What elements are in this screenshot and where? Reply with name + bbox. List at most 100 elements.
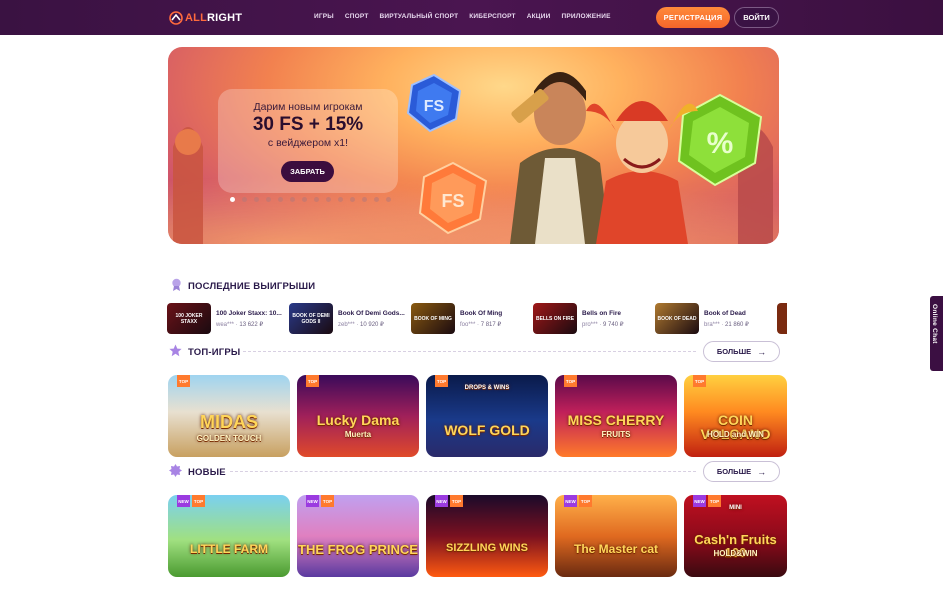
top-game-card[interactable]: TOP MIDAS GOLDEN TOUCH [168, 375, 290, 457]
winner-game-thumb: BOOK OF DEAD [655, 303, 699, 334]
logo[interactable]: ALLRIGHT [169, 10, 242, 26]
game-subtitle: HOLD&WIN [713, 549, 758, 558]
top-badge: TOP [192, 495, 205, 507]
top-game-card[interactable]: TOP COIN VOLCANO HOLD and WIN [684, 375, 787, 457]
game-subtitle: Muerta [344, 430, 372, 439]
register-button[interactable]: РЕГИСТРАЦИЯ [656, 7, 730, 28]
winner-user: foo*** [460, 321, 476, 328]
winner-amount: 21 860 ₽ [725, 321, 749, 328]
medal-icon [172, 278, 181, 291]
arrow-right-icon: → [757, 346, 767, 357]
winner-game-name: 100 Joker Staxx: 10... [216, 309, 282, 317]
login-button[interactable]: ВОЙТИ [734, 7, 779, 28]
slider-dots [230, 197, 391, 202]
slider-dot[interactable] [302, 197, 307, 202]
game-title: SIZZLING WINS [446, 542, 528, 554]
logo-mark-icon [169, 11, 183, 25]
game-title: MIDAS [200, 412, 258, 432]
nav-sport[interactable]: СПОРТ [345, 13, 369, 20]
new-game-card[interactable]: NEW TOP The Master cat [555, 495, 677, 577]
winner-game-name: Book Of Demi Gods... [338, 309, 405, 317]
new-badge: NEW [564, 495, 577, 507]
slider-dot[interactable] [350, 197, 355, 202]
top-game-card[interactable]: TOP DROPS & WINS WOLF GOLD [426, 375, 548, 457]
jester-character-icon [586, 101, 698, 244]
winner-game-thumb: BELLS ON FIRE [533, 303, 577, 334]
orange-fs-gem-icon: FS [418, 161, 488, 235]
top-game-card[interactable]: TOP MISS CHERRY FRUITS [555, 375, 677, 457]
new-badge: NEW [435, 495, 448, 507]
game-subtitle: FRUITS [601, 430, 631, 439]
winner-meta: bra*** · 21 860 ₽ [704, 321, 749, 328]
game-title: Lucky Dama [316, 412, 400, 428]
top-header: ALLRIGHT ИГРЫ СПОРТ ВИРТУАЛЬНЫЙ СПОРТ КИ… [0, 0, 943, 35]
nav-virtual-sport[interactable]: ВИРТУАЛЬНЫЙ СПОРТ [380, 13, 459, 20]
winner-item[interactable]: 100 JOKER STAXX 100 Joker Staxx: 10... wea… [167, 303, 282, 334]
slider-dot[interactable] [386, 197, 391, 202]
slider-dot[interactable] [290, 197, 295, 202]
winner-meta: zeb*** · 10 920 ₽ [338, 321, 384, 328]
orange-gem-label: FS [441, 191, 464, 211]
slider-dot[interactable] [242, 197, 247, 202]
slider-dot[interactable] [266, 197, 271, 202]
winner-user: bra*** [704, 321, 720, 328]
winner-item[interactable]: BOOK OF DEMI GODS II Book Of Demi Gods...… [289, 303, 405, 334]
new-game-card[interactable]: NEW TOP SIZZLING WINS [426, 495, 548, 577]
promo-banner[interactable]: Дарим новым игрокам 30 FS + 15% с вейдже… [168, 47, 779, 244]
slider-dot[interactable] [374, 197, 379, 202]
winner-item[interactable]: BOOK OF MING Book Of Ming foo*** · 7 817 ₽ [411, 303, 502, 334]
game-title: LITTLE FARM [190, 542, 268, 556]
online-chat-label: Online Chat [931, 304, 938, 344]
game-title: THE FROG PRINCE [298, 542, 418, 557]
game-subtitle: GOLDEN TOUCH [196, 434, 262, 443]
new-game-card[interactable]: NEW TOP MINI Cash'n Fruits 100 HOLD&WIN [684, 495, 787, 577]
winner-game-name: Bells on Fire [582, 309, 622, 317]
winner-user: wea*** [216, 321, 235, 328]
logo-suffix: RIGHT [206, 12, 243, 24]
nav-app[interactable]: ПРИЛОЖЕНИЕ [561, 13, 610, 20]
main-nav: ИГРЫ СПОРТ ВИРТУАЛЬНЫЙ СПОРТ КИБЕРСПОРТ … [314, 13, 611, 20]
new-game-card[interactable]: NEW TOP THE FROG PRINCE [297, 495, 419, 577]
new-badge-icon [169, 464, 182, 477]
top-game-card[interactable]: TOP Lucky Dama Muerta [297, 375, 419, 457]
winner-amount: 10 920 ₽ [360, 321, 384, 328]
top-badge: TOP [564, 375, 577, 387]
new-badge: NEW [306, 495, 319, 507]
promo-headline: 30 FS + 15% [252, 114, 364, 135]
winner-meta: wea*** · 13 622 ₽ [216, 321, 264, 328]
nav-games[interactable]: ИГРЫ [314, 13, 334, 20]
winner-amount: 13 622 ₽ [239, 321, 264, 328]
game-subtitle: HOLD and WIN [707, 430, 764, 439]
game-title: MISS CHERRY [567, 412, 665, 428]
star-icon [169, 344, 182, 357]
game-title: The Master cat [573, 542, 659, 556]
new-games-title: НОВЫЕ [188, 467, 226, 478]
winner-item[interactable]: BELLS ON FIRE Bells on Fire pro*** · 9 740… [533, 303, 624, 334]
new-game-card[interactable]: NEW TOP LITTLE FARM [168, 495, 290, 577]
last-winnings-title: ПОСЛЕДНИЕ ВЫИГРЫШИ [188, 281, 316, 292]
blue-fs-gem-icon: FS [406, 73, 462, 133]
winner-game-thumb: BOOK OF DEMI GODS II [289, 303, 333, 334]
tower-decoration-icon [173, 127, 203, 244]
top-badge: TOP [306, 375, 319, 387]
new-games-more-button[interactable]: БОЛЬШЕ → [703, 461, 780, 482]
blue-gem-label: FS [424, 98, 445, 115]
nav-promotions[interactable]: АКЦИИ [527, 13, 551, 20]
top-games-more-button[interactable]: БОЛЬШЕ → [703, 341, 780, 362]
winner-thumb-partial [777, 303, 787, 334]
winner-meta: foo*** · 7 817 ₽ [460, 321, 502, 328]
winner-meta: pro*** · 9 740 ₽ [582, 321, 624, 328]
claim-button[interactable]: ЗАБРАТЬ [281, 161, 334, 182]
slider-dot[interactable] [230, 197, 235, 202]
slider-dot[interactable] [326, 197, 331, 202]
slider-dot[interactable] [362, 197, 367, 202]
slider-dot[interactable] [278, 197, 283, 202]
winner-amount: 9 740 ₽ [603, 321, 624, 328]
winner-item[interactable]: BOOK OF DEAD Book of Dead bra*** · 21 860 … [655, 303, 749, 334]
online-chat-tab[interactable]: Online Chat [930, 296, 943, 371]
nav-esport[interactable]: КИБЕРСПОРТ [469, 13, 515, 20]
slider-dot[interactable] [314, 197, 319, 202]
slider-dot[interactable] [338, 197, 343, 202]
new-badge: NEW [177, 495, 190, 507]
slider-dot[interactable] [254, 197, 259, 202]
